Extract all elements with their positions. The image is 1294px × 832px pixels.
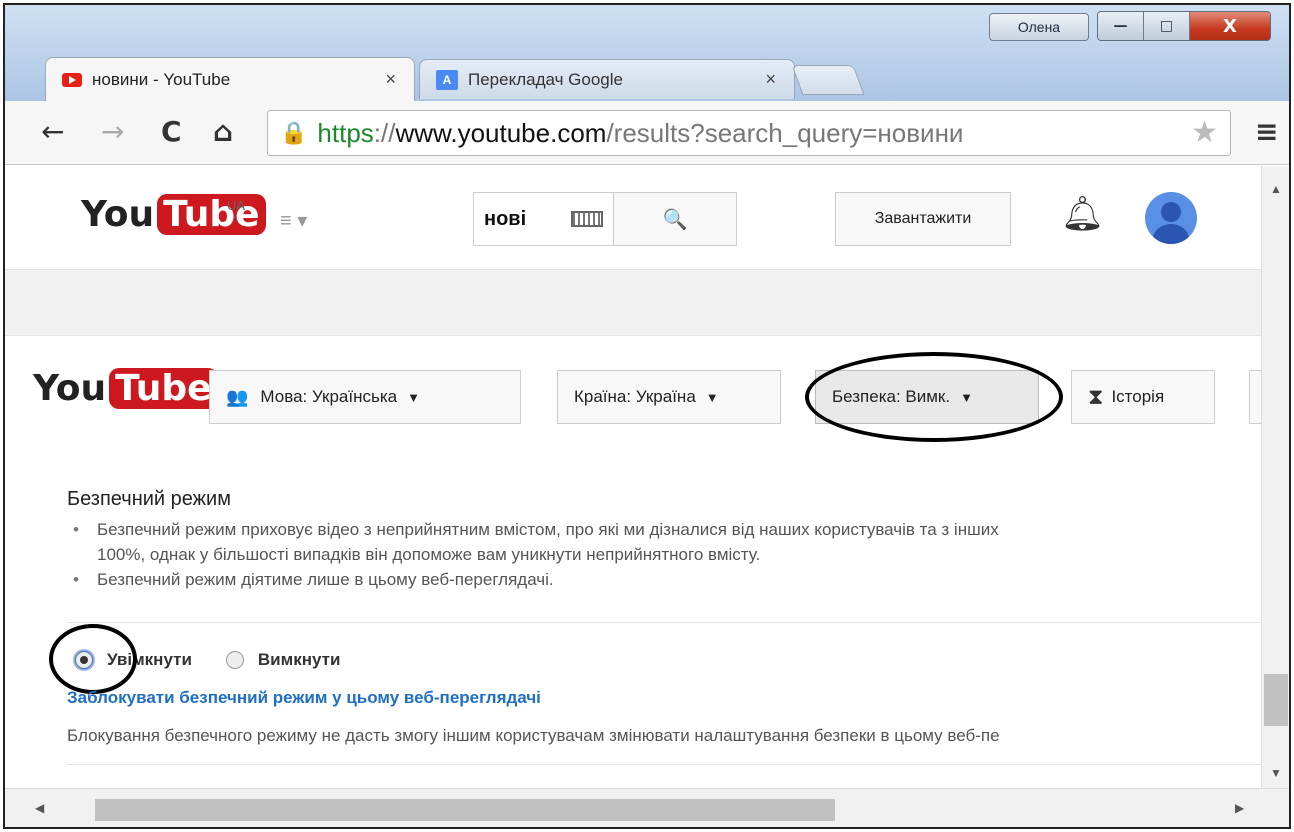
page-content: You Tube UA ≡ ▾ нові 🔍 Завантажити 🔔︎ Yo… bbox=[5, 166, 1261, 788]
language-label: Мова: Українська bbox=[260, 387, 398, 406]
tab-title: новини - YouTube bbox=[92, 69, 231, 89]
safety-mode-options: Увімкнути Вимкнути bbox=[75, 650, 340, 670]
bell-icon[interactable]: 🔔︎ bbox=[1061, 194, 1104, 234]
content-band bbox=[5, 270, 1261, 336]
footer-youtube-logo[interactable]: You Tube bbox=[33, 368, 218, 409]
upload-button[interactable]: Завантажити bbox=[835, 192, 1011, 246]
new-tab-button[interactable] bbox=[791, 65, 865, 95]
address-bar[interactable]: 🔒 https :// www.youtube.com /results?sea… bbox=[267, 110, 1231, 156]
maximize-button[interactable]: □ bbox=[1144, 12, 1190, 40]
safety-button[interactable]: Безпека: Вимк. ▼ bbox=[815, 370, 1039, 424]
back-icon[interactable]: ← bbox=[41, 115, 64, 148]
tab-google-translate[interactable]: A Перекладач Google × bbox=[419, 59, 795, 99]
search-icon: 🔍 bbox=[662, 208, 688, 231]
lock-description: Блокування безпечного режиму не дасть зм… bbox=[67, 726, 1000, 745]
country-button[interactable]: Країна: Україна ▼ bbox=[557, 370, 781, 424]
forward-icon[interactable]: → bbox=[101, 115, 124, 148]
youtube-header: You Tube UA ≡ ▾ нові 🔍 Завантажити 🔔︎ bbox=[5, 166, 1261, 270]
radio-off[interactable] bbox=[225, 651, 244, 669]
vertical-scrollbar[interactable]: ▲ ▼ bbox=[1261, 166, 1289, 788]
history-button[interactable]: ⧗ Історія bbox=[1071, 370, 1215, 424]
url-host: www.youtube.com bbox=[395, 117, 607, 148]
safety-bullets: Безпечний режим приховує відео з неприйн… bbox=[67, 517, 1261, 592]
scroll-left-icon[interactable]: ◀ bbox=[35, 801, 44, 815]
search-button[interactable]: 🔍 bbox=[613, 192, 737, 246]
safety-label: Безпека: Вимк. bbox=[832, 387, 951, 406]
avatar[interactable] bbox=[1145, 192, 1197, 244]
bookmark-star-icon[interactable]: ★ bbox=[1191, 115, 1218, 150]
list-item: 100%, однак у більшості випадків він доп… bbox=[97, 545, 761, 564]
home-icon[interactable]: ⌂ bbox=[213, 115, 233, 148]
hourglass-icon: ⧗ bbox=[1088, 384, 1104, 409]
safety-title: Безпечний режим bbox=[67, 488, 231, 510]
tab-close-button[interactable]: × bbox=[385, 69, 396, 90]
divider bbox=[67, 622, 1261, 623]
youtube-favicon-icon bbox=[62, 72, 82, 87]
profile-button[interactable]: Олена bbox=[989, 13, 1089, 41]
url-path: /results?search_query=новини bbox=[606, 117, 964, 148]
google-translate-favicon-icon: A bbox=[436, 69, 458, 90]
chevron-down-icon: ▼ bbox=[407, 389, 420, 405]
browser-window: Олена — □ X новини - YouTube × A Перекла… bbox=[3, 3, 1291, 829]
list-item: Безпечний режим приховує відео з неприйн… bbox=[67, 517, 1261, 542]
list-item: Безпечний режим діятиме лише в цьому веб… bbox=[67, 567, 1261, 592]
minimize-button[interactable]: — bbox=[1098, 12, 1144, 40]
radio-off-label[interactable]: Вимкнути bbox=[258, 650, 341, 670]
url-scheme: https bbox=[317, 117, 374, 148]
keyboard-icon[interactable] bbox=[571, 211, 603, 227]
radio-on-label[interactable]: Увімкнути bbox=[107, 650, 192, 670]
lock-safety-mode-link[interactable]: Заблокувати безпечний режим у цьому веб-… bbox=[67, 688, 541, 708]
tab-close-button[interactable]: × bbox=[765, 69, 776, 90]
radio-on[interactable] bbox=[75, 651, 93, 669]
reload-icon[interactable]: C bbox=[161, 115, 182, 148]
scroll-down-icon[interactable]: ▼ bbox=[1270, 766, 1282, 780]
scroll-up-icon[interactable]: ▲ bbox=[1270, 182, 1282, 196]
help-button[interactable] bbox=[1249, 370, 1261, 424]
scroll-right-icon[interactable]: ▶ bbox=[1235, 801, 1244, 815]
language-button[interactable]: 👥 Мова: Українська ▼ bbox=[209, 370, 521, 424]
scroll-thumb[interactable] bbox=[1264, 674, 1288, 726]
scroll-thumb[interactable] bbox=[95, 799, 835, 821]
tab-title: Перекладач Google bbox=[468, 69, 623, 89]
search-input[interactable]: нові bbox=[473, 192, 613, 246]
lock-icon: 🔒 bbox=[280, 120, 308, 145]
safety-panel: Безпечний режим Безпечний режим приховує… bbox=[67, 488, 1261, 592]
history-label: Історія bbox=[1111, 387, 1165, 406]
people-icon: 👥 bbox=[226, 386, 248, 407]
title-bar: Олена — □ X новини - YouTube × A Перекла… bbox=[5, 5, 1289, 105]
guide-menu-icon[interactable]: ≡ ▾ bbox=[280, 208, 307, 233]
chevron-down-icon: ▼ bbox=[705, 389, 719, 405]
search-value: нові bbox=[484, 207, 527, 230]
chevron-down-icon: ▼ bbox=[960, 389, 973, 405]
country-code: UA bbox=[227, 198, 246, 213]
tab-youtube[interactable]: новини - YouTube × bbox=[45, 57, 415, 101]
menu-icon[interactable]: ≡ bbox=[1255, 115, 1278, 148]
url-separator: :// bbox=[373, 117, 396, 148]
country-label: Країна: Україна bbox=[574, 387, 696, 406]
divider bbox=[67, 764, 1261, 765]
footer-bar: You Tube 👥 Мова: Українська ▼ Країна: Ук… bbox=[5, 336, 1261, 456]
window-controls: — □ X bbox=[1097, 11, 1271, 41]
horizontal-scrollbar[interactable]: ◀ ▶ bbox=[5, 788, 1289, 827]
close-window-button[interactable]: X bbox=[1190, 12, 1270, 40]
browser-toolbar: ← → C ⌂ 🔒 https :// www.youtube.com /res… bbox=[5, 101, 1289, 165]
